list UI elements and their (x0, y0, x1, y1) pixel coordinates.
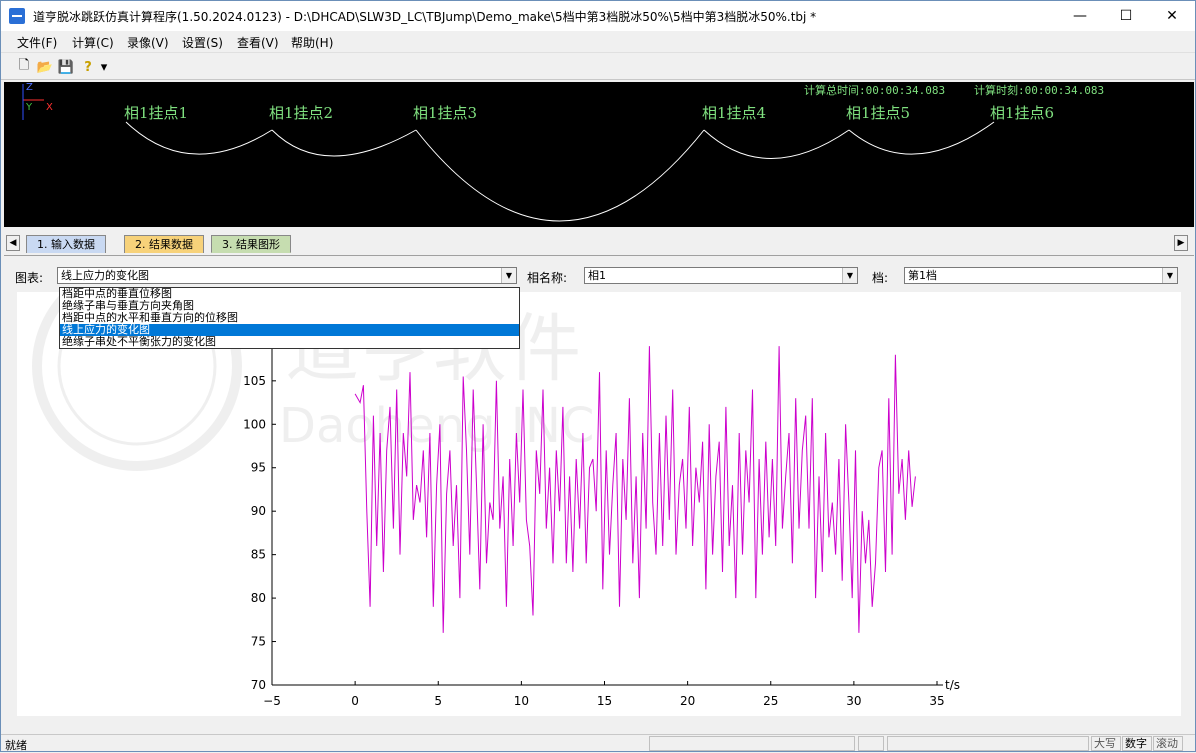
x-tick-label: 35 (929, 694, 944, 708)
caps-lock-indicator: 大写 (1091, 736, 1121, 751)
conductor-span-3 (415, 129, 705, 222)
total-time-label: 计算总时间:00:00:34.083 (804, 84, 946, 97)
close-button[interactable]: ✕ (1149, 1, 1195, 31)
conductor-span-2 (271, 129, 417, 157)
new-file-icon[interactable]: 🗋 (15, 58, 33, 76)
x-tick-label: 30 (846, 694, 861, 708)
chevron-down-icon[interactable]: ▼ (842, 268, 857, 283)
phase-select-value: 相1 (588, 269, 606, 282)
y-axis-label: Y (26, 102, 33, 113)
x-tick-label: 0 (351, 694, 359, 708)
conductor-span-5 (848, 121, 995, 155)
x-tick-label: 10 (514, 694, 529, 708)
chart-label: 图表: (15, 271, 44, 285)
toolbar: 🗋 📂 💾 ? ▾ (1, 54, 1195, 80)
dropdown-option[interactable]: 档距中点的水平和垂直方向的位移图 (60, 312, 519, 324)
maximize-button[interactable]: ☐ (1103, 1, 1149, 31)
num-lock-indicator: 数字 (1122, 736, 1152, 751)
status-text: 就绪 (5, 739, 27, 752)
tab-bar: ◀ 1. 输入数据 2. 结果数据 3. 结果图形 ▶ (4, 234, 1194, 254)
chart-dropdown-list: 档距中点的垂直位移图 绝缘子串与垂直方向夹角图 档距中点的水平和垂直方向的位移图… (59, 287, 520, 349)
y-tick-label: 100 (243, 417, 266, 431)
status-pane (649, 736, 855, 751)
menu-calculate[interactable]: 计算(C) (72, 34, 114, 51)
span-preview: Z Y X 计算总时间:00:00:34.083 计算时刻:00:00:34.0… (4, 82, 1194, 227)
span-select[interactable]: 第1档 ▼ (904, 267, 1178, 284)
watermark-en: Daoheng INC (279, 398, 594, 454)
menu-bar: 文件(F) 计算(C) 录像(V) 设置(S) 查看(V) 帮助(H) (1, 31, 1195, 53)
dropdown-option[interactable]: 档距中点的垂直位移图 (60, 288, 519, 300)
menu-help[interactable]: 帮助(H) (291, 34, 333, 51)
suspension-point-6: 相1挂点6 (990, 104, 1055, 122)
chevron-down-icon[interactable]: ▼ (1162, 268, 1177, 283)
dropdown-option[interactable]: 绝缘子串处不平衡张力的变化图 (60, 336, 519, 348)
minimize-button[interactable]: — (1057, 1, 1103, 31)
tab-result-graph[interactable]: 3. 结果图形 (211, 235, 291, 253)
phase-select[interactable]: 相1 ▼ (584, 267, 858, 284)
x-tick-label: 15 (597, 694, 612, 708)
phase-label: 相名称: (527, 271, 568, 285)
open-folder-icon[interactable]: 📂 (36, 58, 54, 76)
x-tick-label: 5 (434, 694, 442, 708)
status-pane (858, 736, 884, 751)
status-pane (887, 736, 1089, 751)
suspension-point-2: 相1挂点2 (269, 104, 334, 122)
stress-chart: 道亨软件 Daoheng INC −5 0 5 10 15 20 25 30 357075808… (32, 292, 960, 708)
tab-result-data[interactable]: 2. 结果数据 (124, 235, 204, 253)
conductor-span-1 (125, 121, 273, 155)
y-tick-label: 90 (251, 504, 266, 518)
suspension-point-3: 相1挂点3 (413, 104, 478, 122)
chart-select[interactable]: 线上应力的变化图 ▼ (57, 267, 517, 284)
suspension-point-4: 相1挂点4 (702, 104, 767, 122)
y-tick-label: 85 (251, 548, 266, 562)
help-icon[interactable]: ? (79, 58, 97, 76)
main-window: 道亨脱冰跳跃仿真计算程序(1.50.2024.0123) - D:\DHCAD\… (0, 0, 1196, 752)
chevron-down-icon[interactable]: ▼ (501, 268, 516, 283)
y-tick-label: 95 (251, 461, 266, 475)
y-tick-label: 105 (243, 374, 266, 388)
x-tick-label: −5 (263, 694, 281, 708)
scroll-lock-indicator: 滚动 (1153, 736, 1183, 751)
span-select-value: 第1档 (908, 269, 937, 282)
result-graph-panel: 图表: 线上应力的变化图 ▼ 相名称: 相1 ▼ 档: 第1档 ▼ 道亨软件 D… (4, 255, 1194, 733)
app-icon (9, 8, 25, 24)
tab-scroll-right-icon[interactable]: ▶ (1174, 235, 1188, 251)
dropdown-option-selected[interactable]: 线上应力的变化图 (60, 324, 519, 336)
menu-view[interactable]: 查看(V) (237, 34, 279, 51)
menu-file[interactable]: 文件(F) (17, 34, 57, 51)
tab-scroll-left-icon[interactable]: ◀ (6, 235, 20, 251)
y-tick-label: 70 (251, 678, 266, 692)
y-tick-label: 80 (251, 591, 266, 605)
x-axis-title: t/s (945, 678, 960, 692)
status-bar: 就绪 大写 数字 滚动 (1, 734, 1195, 752)
suspension-point-1: 相1挂点1 (124, 104, 189, 122)
menu-record[interactable]: 录像(V) (127, 34, 169, 51)
x-tick-label: 25 (763, 694, 778, 708)
z-axis-label: Z (26, 82, 33, 93)
chart-area: 道亨软件 Daoheng INC −5 0 5 10 15 20 25 30 35 70 75 80 8… (17, 292, 1181, 716)
suspension-point-5: 相1挂点5 (846, 104, 911, 122)
x-axis-label: X (46, 102, 53, 113)
window-title: 道亨脱冰跳跃仿真计算程序(1.50.2024.0123) - D:\DHCAD\… (33, 10, 817, 24)
save-icon[interactable]: 💾 (57, 58, 75, 76)
title-bar: 道亨脱冰跳跃仿真计算程序(1.50.2024.0123) - D:\DHCAD\… (1, 1, 1195, 31)
span-label: 档: (872, 271, 889, 285)
chart-select-value: 线上应力的变化图 (61, 269, 149, 282)
x-tick-label: 20 (680, 694, 695, 708)
tab-input-data[interactable]: 1. 输入数据 (26, 235, 106, 253)
menu-settings[interactable]: 设置(S) (182, 34, 223, 51)
dropdown-option[interactable]: 绝缘子串与垂直方向夹角图 (60, 300, 519, 312)
dropdown-arrow-icon[interactable]: ▾ (97, 58, 111, 76)
y-tick-label: 75 (251, 635, 266, 649)
conductor-span-4 (703, 129, 850, 159)
current-time-label: 计算时刻:00:00:34.083 (974, 84, 1105, 97)
